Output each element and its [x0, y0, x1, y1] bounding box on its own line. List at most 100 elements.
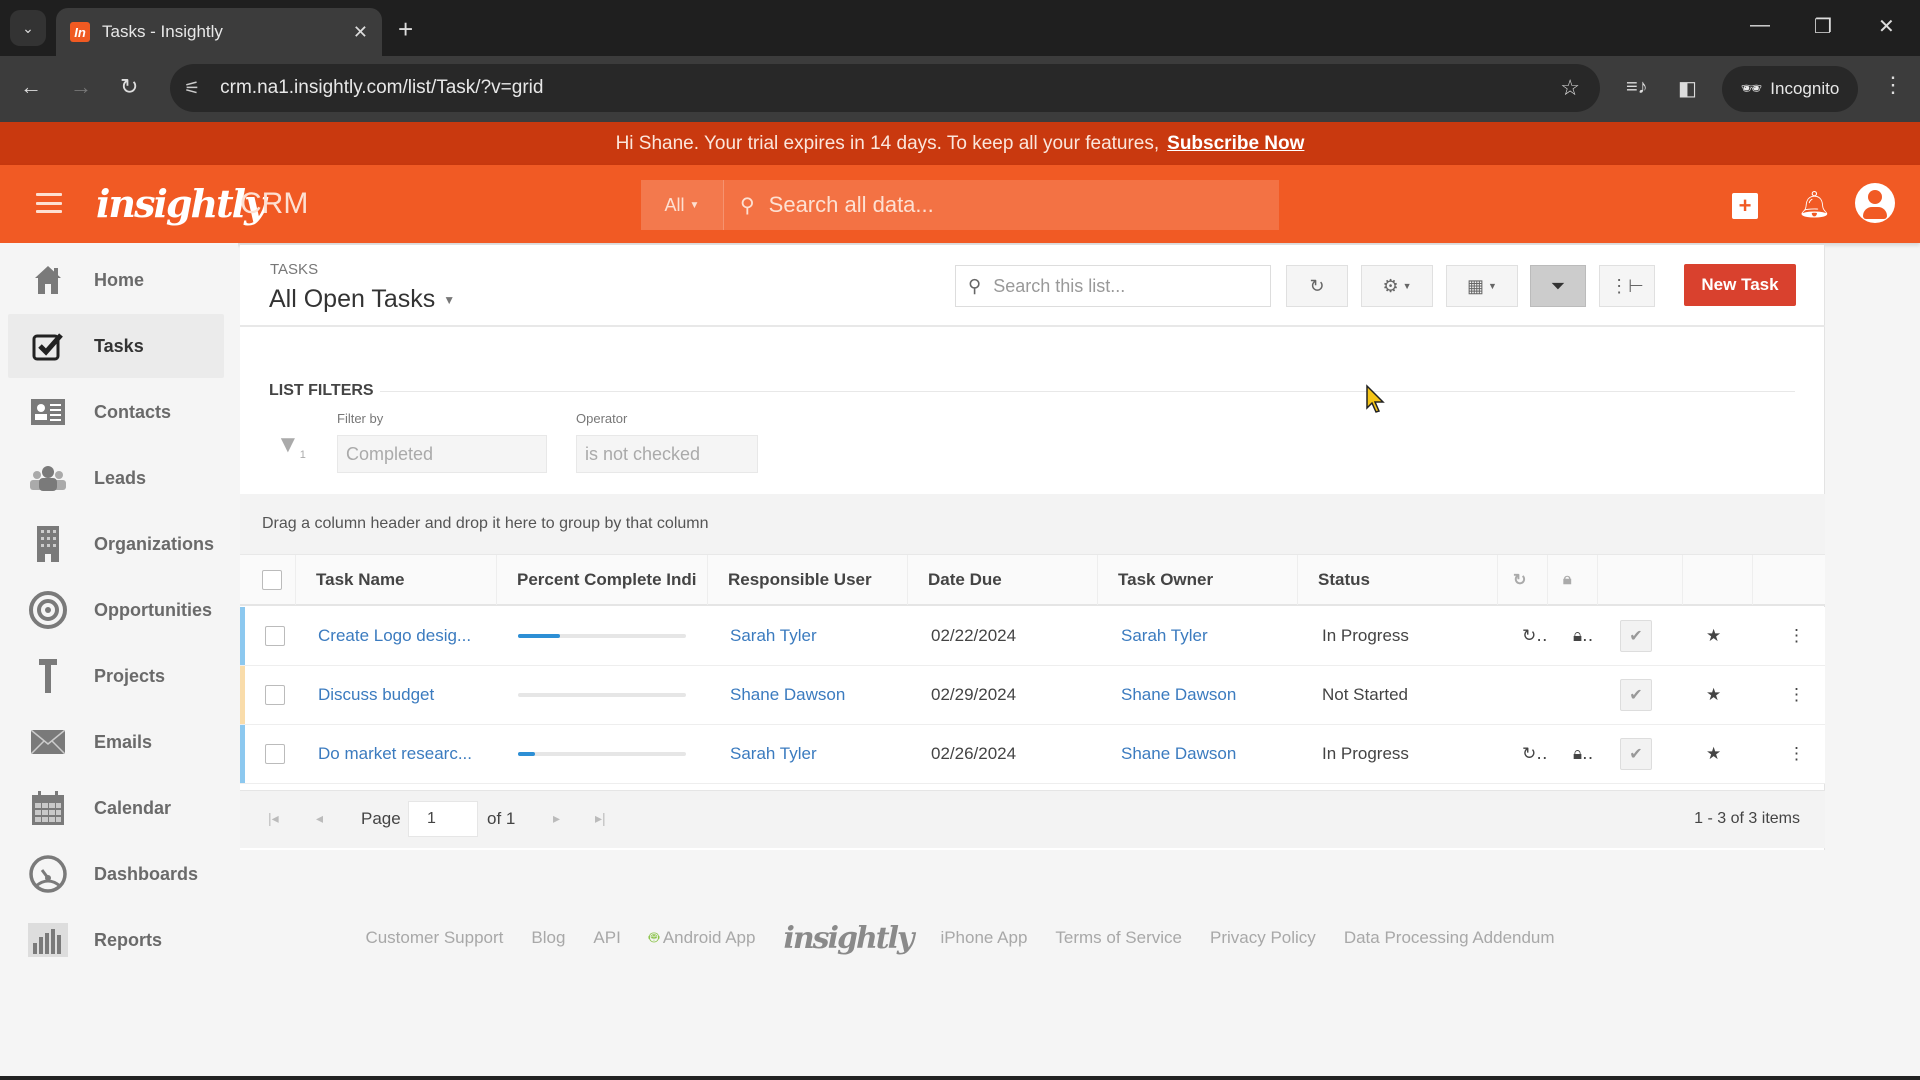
column-header-responsible-user[interactable]: Responsible User: [708, 555, 908, 605]
settings-dropdown-button[interactable]: ⚙ ▼: [1361, 265, 1433, 307]
footer-link-api[interactable]: API: [593, 928, 620, 948]
task-check-icon: [28, 328, 68, 364]
sidebar-item-leads[interactable]: Leads: [8, 446, 224, 510]
user-avatar-icon[interactable]: [1855, 183, 1895, 223]
footer-link-blog[interactable]: Blog: [531, 928, 565, 948]
sidebar-item-calendar[interactable]: Calendar: [8, 776, 224, 840]
incognito-badge[interactable]: 🕶 Incognito: [1722, 66, 1858, 112]
filter-by-field[interactable]: Completed: [337, 435, 547, 473]
column-header-task-owner[interactable]: Task Owner: [1098, 555, 1298, 605]
task-name-link[interactable]: Discuss budget: [318, 666, 434, 724]
star-icon[interactable]: ★: [1706, 607, 1721, 665]
table-row[interactable]: Do market researc... Sarah Tyler 02/26/202…: [240, 725, 1825, 784]
footer-link-label: Android App: [662, 928, 756, 947]
last-page-icon[interactable]: ▸|: [595, 810, 606, 827]
mark-complete-button[interactable]: ✔: [1620, 679, 1652, 711]
column-header-date-due[interactable]: Date Due: [908, 555, 1098, 605]
task-name-link[interactable]: Do market researc...: [318, 725, 472, 783]
refresh-button[interactable]: ↻: [1286, 265, 1348, 307]
sidebar-item-home[interactable]: Home: [8, 248, 224, 312]
select-all-checkbox[interactable]: [262, 570, 282, 590]
sidebar-item-dashboards[interactable]: Dashboards: [8, 842, 224, 906]
responsible-user-link[interactable]: Sarah Tyler: [730, 725, 817, 783]
media-control-icon[interactable]: ≡♪: [1626, 76, 1648, 99]
task-owner-link[interactable]: Sarah Tyler: [1121, 607, 1208, 665]
task-owner-link[interactable]: Shane Dawson: [1121, 666, 1236, 724]
footer-link-android-app[interactable]: 🤖︎ Android App: [649, 926, 756, 950]
mark-complete-button[interactable]: ✔: [1620, 620, 1652, 652]
address-bar[interactable]: ⚟ crm.na1.insightly.com/list/Task/?v=gri…: [170, 64, 1600, 112]
operator-field[interactable]: is not checked: [576, 435, 758, 473]
footer-link-privacy[interactable]: Privacy Policy: [1210, 928, 1316, 948]
reload-icon[interactable]: ↻: [120, 74, 138, 100]
window-close-icon[interactable]: ✕: [1878, 14, 1895, 39]
subscribe-now-link[interactable]: Subscribe Now: [1167, 133, 1304, 155]
sidebar-item-projects[interactable]: Projects: [8, 644, 224, 708]
search-scope-dropdown[interactable]: All ▼: [641, 180, 724, 230]
footer-link-iphone-app[interactable]: iPhone App: [940, 928, 1027, 948]
site-info-icon[interactable]: ⚟: [184, 78, 200, 99]
bookmark-star-icon[interactable]: ☆: [1560, 75, 1580, 101]
table-row[interactable]: Discuss budget Shane Dawson 02/29/2024 Shan…: [240, 666, 1825, 725]
column-header-task-name[interactable]: Task Name: [296, 555, 497, 605]
table-row[interactable]: Create Logo desig... Sarah Tyler 02/22/202…: [240, 607, 1825, 666]
footer-link-terms[interactable]: Terms of Service: [1055, 928, 1182, 948]
sidebar-item-label: Contacts: [94, 401, 172, 422]
first-page-icon[interactable]: |◂: [268, 810, 279, 827]
minimize-icon[interactable]: —: [1750, 14, 1770, 37]
star-icon[interactable]: ★: [1706, 666, 1721, 724]
view-mode-dropdown-button[interactable]: ▦ ▼: [1446, 265, 1518, 307]
group-by-drop-zone[interactable]: Drag a column header and drop it here to…: [240, 494, 1825, 554]
hamburger-menu-icon[interactable]: [36, 193, 62, 213]
browser-menu-icon[interactable]: ⋮: [1882, 72, 1904, 98]
sidebar-item-contacts[interactable]: Contacts: [8, 380, 224, 444]
browser-tab[interactable]: In Tasks - Insightly ✕: [56, 8, 382, 56]
footer-link-customer-support[interactable]: Customer Support: [365, 928, 503, 948]
tab-search-button[interactable]: ⌄: [10, 10, 46, 46]
task-owner-link[interactable]: Shane Dawson: [1121, 725, 1236, 783]
task-name-link[interactable]: Create Logo desig...: [318, 607, 471, 665]
notifications-bell-icon[interactable]: 🔔︎: [1798, 189, 1831, 220]
responsible-user-link[interactable]: Shane Dawson: [730, 666, 845, 724]
back-icon[interactable]: ←: [20, 74, 42, 100]
sidebar-item-label: Home: [94, 269, 145, 290]
side-panel-icon[interactable]: ◧: [1678, 76, 1697, 101]
quick-add-icon[interactable]: +: [1732, 193, 1758, 219]
insightly-logo[interactable]: insightly: [96, 181, 266, 226]
sidebar-item-tasks[interactable]: Tasks: [8, 314, 224, 378]
row-menu-icon[interactable]: ⋮: [1788, 725, 1805, 783]
url-text[interactable]: crm.na1.insightly.com/list/Task/?v=grid: [220, 77, 543, 99]
filter-toggle-button[interactable]: ⏷: [1530, 265, 1586, 307]
column-header-percent-complete[interactable]: Percent Complete Indi: [497, 555, 708, 605]
column-label: Task Owner: [1118, 570, 1214, 589]
list-search-input[interactable]: ⚲ Search this list...: [955, 265, 1271, 307]
star-icon[interactable]: ★: [1706, 725, 1721, 783]
row-checkbox[interactable]: [265, 744, 285, 764]
column-chooser-button[interactable]: ⋮⊢: [1599, 265, 1655, 307]
sidebar-item-emails[interactable]: Emails: [8, 710, 224, 774]
row-checkbox[interactable]: [265, 626, 285, 646]
page-number-input[interactable]: 1: [408, 801, 478, 837]
view-selector[interactable]: All Open Tasks ▼: [269, 285, 455, 314]
footer-logo: insightly: [783, 920, 914, 956]
row-menu-icon[interactable]: ⋮: [1788, 607, 1805, 665]
prev-page-icon[interactable]: ◂: [316, 810, 323, 827]
column-header-recurring[interactable]: ↻: [1498, 555, 1548, 605]
new-tab-button[interactable]: +: [398, 14, 413, 45]
global-search-input[interactable]: ⚲ Search all data...: [724, 180, 1279, 230]
sidebar-item-organizations[interactable]: Organizations: [8, 512, 224, 576]
responsible-user-link[interactable]: Sarah Tyler: [730, 607, 817, 665]
row-menu-icon[interactable]: ⋮: [1788, 666, 1805, 724]
column-header-status[interactable]: Status: [1298, 555, 1498, 605]
new-task-button[interactable]: New Task: [1684, 264, 1796, 306]
mark-complete-button[interactable]: ✔: [1620, 738, 1652, 770]
restore-icon[interactable]: ❐: [1814, 14, 1832, 39]
refresh-icon: ↻: [1309, 275, 1325, 296]
sidebar-item-opportunities[interactable]: Opportunities: [8, 578, 224, 642]
forward-icon[interactable]: →: [70, 74, 92, 100]
row-checkbox[interactable]: [265, 685, 285, 705]
next-page-icon[interactable]: ▸: [553, 810, 560, 827]
column-header-private[interactable]: 🔒︎: [1548, 555, 1598, 605]
footer-link-dpa[interactable]: Data Processing Addendum: [1344, 928, 1555, 948]
tab-close-icon[interactable]: ✕: [353, 22, 368, 43]
